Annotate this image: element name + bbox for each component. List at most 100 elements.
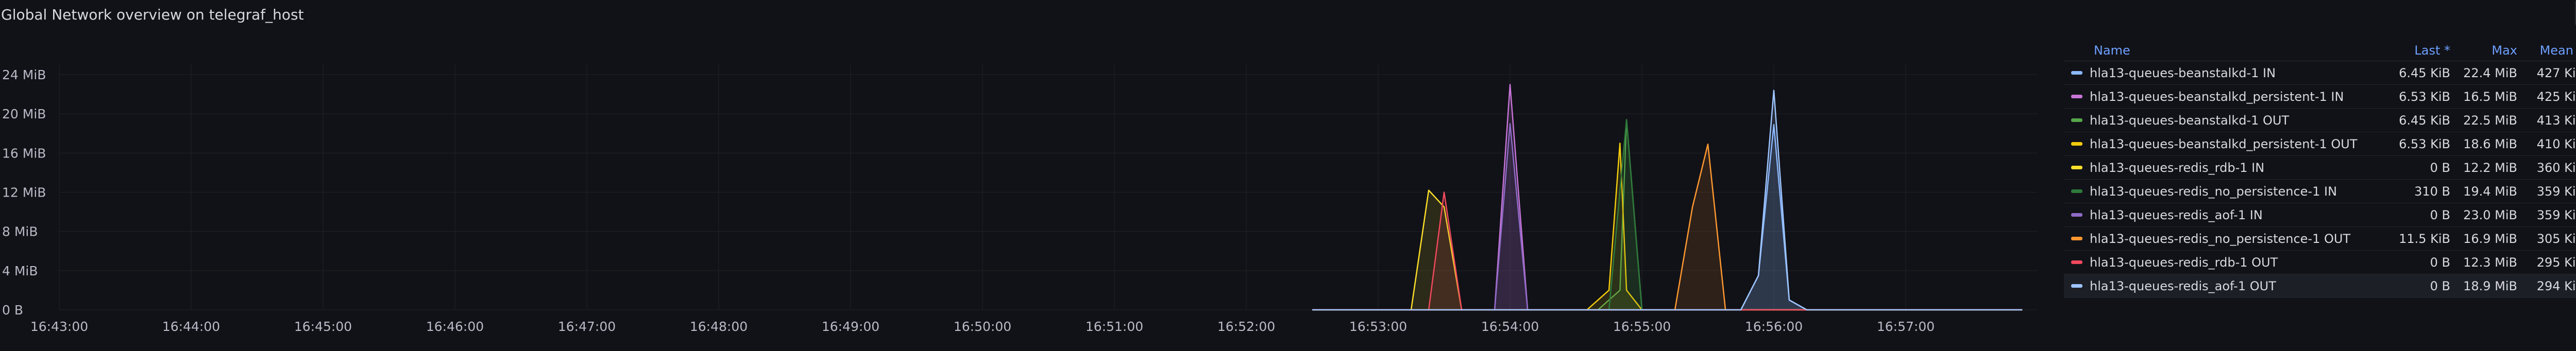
x-tick-label: 16:46:00 (426, 319, 484, 334)
x-tick-label: 16:51:00 (1086, 319, 1143, 334)
legend-row[interactable]: hla13-queues-redis_rdb-1 OUT 0 B 12.3 MiB 2… (2064, 251, 2576, 274)
legend-last-value: 11.5 KiB (2399, 231, 2450, 246)
legend-series-name: hla13-queues-redis_rdb-1 IN (2064, 161, 2378, 175)
legend-series-name: hla13-queues-beanstalkd-1 IN (2064, 66, 2378, 80)
legend-mean-value: 413 KiB (2536, 113, 2576, 128)
series-area (1312, 190, 2023, 310)
y-tick-label: 20 MiB (2, 107, 46, 121)
x-tick-label: 16:53:00 (1349, 319, 1407, 334)
y-tick-label: 12 MiB (2, 185, 46, 200)
legend-series-name: hla13-queues-beanstalkd_persistent-1 IN (2064, 90, 2378, 104)
legend-max-value: 22.5 MiB (2463, 113, 2517, 128)
legend-last-value: 0 B (2430, 207, 2450, 222)
legend-mean-value: 305 KiB (2536, 231, 2576, 246)
legend-series-name: hla13-queues-redis_aof-1 OUT (2064, 279, 2378, 293)
legend-series-label: hla13-queues-redis_no_persistence-1 OUT (2090, 231, 2351, 246)
legend-series-label: hla13-queues-redis_no_persistence-1 IN (2090, 184, 2337, 199)
legend-series-label: hla13-queues-redis_rdb-1 OUT (2090, 255, 2278, 270)
series-color-swatch (2071, 237, 2082, 240)
x-tick-label: 16:49:00 (822, 319, 879, 334)
legend-last-value: 310 B (2414, 184, 2450, 199)
legend-header-max[interactable]: Max (2450, 43, 2517, 58)
legend-row[interactable]: hla13-queues-redis_aof-1 OUT 0 B 18.9 MiB 2… (2064, 274, 2576, 298)
legend-row[interactable]: hla13-queues-redis_aof-1 IN 0 B 23.0 MiB 35… (2064, 203, 2576, 227)
legend-header-mean-label: Mean (2539, 43, 2573, 58)
legend-mean-value: 295 KiB (2536, 255, 2576, 270)
series-color-swatch (2071, 166, 2082, 169)
legend-last-value: 6.53 KiB (2399, 136, 2450, 151)
series-color-swatch (2071, 260, 2082, 264)
y-tick-label: 8 MiB (2, 224, 38, 239)
series-color-swatch (2071, 95, 2082, 98)
legend-last-value: 0 B (2430, 160, 2450, 175)
legend-max-value: 22.4 MiB (2463, 65, 2517, 80)
legend-last-value: 6.45 KiB (2399, 65, 2450, 80)
legend-header-mean[interactable]: Mean ⌄ (2517, 43, 2576, 58)
legend-last-value: 0 B (2430, 278, 2450, 293)
x-tick-label: 16:56:00 (1745, 319, 1803, 334)
series-color-swatch (2071, 71, 2082, 75)
legend-header: Name Last * Max Mean ⌄ (2064, 40, 2576, 61)
series-color-swatch (2071, 189, 2082, 193)
x-tick-label: 16:50:00 (954, 319, 1011, 334)
legend-max-value: 23.0 MiB (2463, 207, 2517, 222)
x-tick-label: 16:54:00 (1481, 319, 1539, 334)
legend-mean-value: 427 KiB (2536, 65, 2576, 80)
legend-max-value: 12.3 MiB (2463, 255, 2517, 270)
x-tick-label: 16:45:00 (294, 319, 352, 334)
legend-series-label: hla13-queues-redis_rdb-1 IN (2090, 160, 2265, 175)
legend-max-value: 12.2 MiB (2463, 160, 2517, 175)
legend-mean-value: 359 KiB (2536, 184, 2576, 199)
legend-mean-value: 425 KiB (2536, 89, 2576, 104)
x-tick-label: 16:52:00 (1217, 319, 1275, 334)
legend-row[interactable]: hla13-queues-beanstalkd_persistent-1 IN 6… (2064, 85, 2576, 109)
legend-last-value: 6.53 KiB (2399, 89, 2450, 104)
x-tick-label: 16:55:00 (1613, 319, 1671, 334)
legend-series-label: hla13-queues-beanstalkd_persistent-1 IN (2090, 89, 2344, 104)
legend-series-label: hla13-queues-redis_aof-1 OUT (2090, 278, 2276, 293)
legend-row[interactable]: hla13-queues-redis_no_persistence-1 OUT 1… (2064, 227, 2576, 251)
legend-table: Name Last * Max Mean ⌄ hla13-queues-bean… (2064, 40, 2576, 298)
legend-mean-value: 360 KiB (2536, 160, 2576, 175)
y-tick-label: 0 B (2, 303, 23, 318)
x-tick-label: 16:43:00 (30, 319, 88, 334)
legend-series-label: hla13-queues-beanstalkd-1 OUT (2090, 113, 2290, 128)
legend-max-value: 18.9 MiB (2463, 278, 2517, 293)
time-series-chart[interactable]: 0 B 4 MiB 8 MiB 12 MiB 16 MiB 20 MiB 24 MiB 16:… (0, 0, 2050, 351)
y-tick-label: 4 MiB (2, 264, 38, 278)
legend-row[interactable]: hla13-queues-beanstalkd-1 IN 6.45 KiB 22.4… (2064, 61, 2576, 85)
legend-row[interactable]: hla13-queues-beanstalkd-1 OUT 6.45 KiB 22.… (2064, 109, 2576, 132)
legend-mean-value: 359 KiB (2536, 207, 2576, 222)
x-tick-label: 16:48:00 (690, 319, 748, 334)
legend-row[interactable]: hla13-queues-redis_rdb-1 IN 0 B 12.2 MiB 36… (2064, 156, 2576, 180)
legend-rows: hla13-queues-beanstalkd-1 IN 6.45 KiB 22.4… (2064, 61, 2576, 298)
legend-max-value: 18.6 MiB (2463, 136, 2517, 151)
legend-series-label: hla13-queues-beanstalkd-1 IN (2090, 65, 2276, 80)
y-tick-label: 16 MiB (2, 146, 46, 161)
series-color-swatch (2071, 118, 2082, 122)
legend-series-label: hla13-queues-beanstalkd_persistent-1 OUT (2090, 136, 2358, 151)
legend-mean-value: 294 KiB (2536, 278, 2576, 293)
x-tick-label: 16:47:00 (558, 319, 616, 334)
legend-series-label: hla13-queues-redis_aof-1 IN (2090, 207, 2263, 222)
legend-last-value: 6.45 KiB (2399, 113, 2450, 128)
legend-series-name: hla13-queues-redis_aof-1 IN (2064, 208, 2378, 222)
legend-series-name: hla13-queues-redis_no_persistence-1 IN (2064, 184, 2378, 199)
legend-header-last[interactable]: Last * (2378, 43, 2450, 58)
legend-row[interactable]: hla13-queues-beanstalkd_persistent-1 OUT… (2064, 132, 2576, 156)
legend-max-value: 16.9 MiB (2463, 231, 2517, 246)
series-color-swatch (2071, 213, 2082, 217)
legend-header-name[interactable]: Name (2064, 43, 2378, 58)
x-tick-label: 16:57:00 (1877, 319, 1935, 334)
legend-series-name: hla13-queues-redis_no_persistence-1 OUT (2064, 232, 2378, 246)
legend-max-value: 19.4 MiB (2463, 184, 2517, 199)
legend-series-name: hla13-queues-beanstalkd_persistent-1 OUT (2064, 137, 2378, 151)
legend-series-name: hla13-queues-redis_rdb-1 OUT (2064, 255, 2378, 270)
series-color-swatch (2071, 142, 2082, 146)
series-color-swatch (2071, 284, 2082, 288)
y-tick-label: 24 MiB (2, 67, 46, 82)
legend-max-value: 16.5 MiB (2463, 89, 2517, 104)
legend-series-name: hla13-queues-beanstalkd-1 OUT (2064, 113, 2378, 128)
legend-row[interactable]: hla13-queues-redis_no_persistence-1 IN 31… (2064, 180, 2576, 203)
legend-mean-value: 410 KiB (2536, 136, 2576, 151)
